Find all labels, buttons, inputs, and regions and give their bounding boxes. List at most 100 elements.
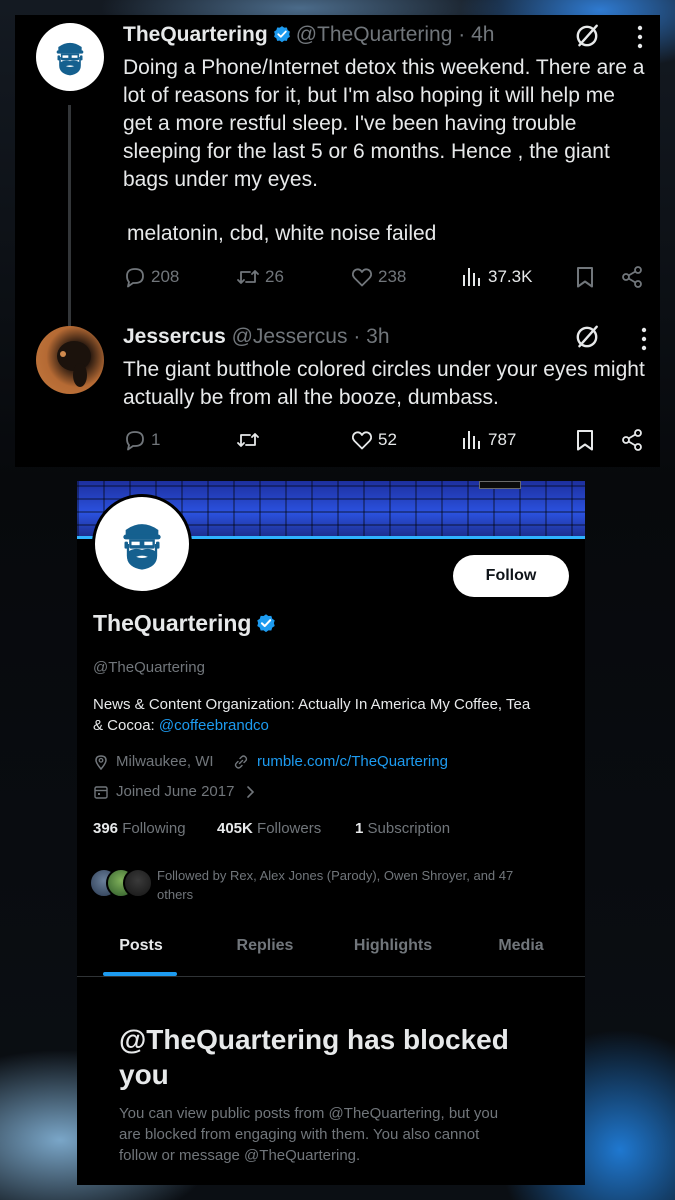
- blocked-text-line: You can view public posts from @TheQuart…: [119, 1105, 499, 1122]
- tweet1-text-line: Doing a Phone/Internet detox this weeken…: [123, 56, 645, 79]
- followers-count: 405K: [217, 820, 253, 837]
- subscription-label: Subscription: [367, 820, 451, 837]
- followed-by-line: Followed by Rex, Alex Jones (Parody), Ow…: [157, 868, 514, 883]
- repost-count: 26: [265, 267, 284, 286]
- tab-replies[interactable]: Replies: [227, 937, 303, 955]
- verified-badge-icon[interactable]: [255, 612, 277, 640]
- following-count: 396: [93, 820, 119, 837]
- repost-button[interactable]: 26: [235, 265, 284, 289]
- grok-icon[interactable]: [574, 23, 600, 54]
- profile-avatar[interactable]: [92, 494, 192, 594]
- followers-you-know-avatars[interactable]: [89, 868, 161, 900]
- bio-prefix: & Cocoa:: [93, 717, 159, 734]
- follow-button[interactable]: Follow: [453, 555, 569, 597]
- tweet1-text-line: lot of reasons for it, but I'm also hopi…: [123, 84, 615, 107]
- profile-joined: Joined June 2017: [93, 783, 257, 800]
- grok-icon[interactable]: [574, 324, 600, 355]
- reply-count: 208: [151, 267, 180, 286]
- bio-line: News & Content Organization: Actually In…: [93, 696, 531, 713]
- tweet2-header: Jessercus @Jessercus · 3h: [123, 325, 390, 349]
- thread-line: [68, 105, 71, 331]
- subscription-stat[interactable]: 1 Subscription: [355, 820, 450, 837]
- tweet2-text-line: actually be from all the booze, dumbass.: [123, 386, 499, 409]
- repost-button[interactable]: [235, 428, 265, 452]
- share-icon[interactable]: [620, 428, 644, 452]
- reply-icon: [123, 265, 147, 289]
- tweet1-author-name[interactable]: TheQuartering: [123, 23, 268, 46]
- blocked-title-line: @TheQuartering has blocked: [119, 1024, 509, 1055]
- profile-location: Milwaukee, WI: [93, 753, 214, 770]
- link-icon: [234, 754, 248, 769]
- share-icon[interactable]: [620, 265, 644, 289]
- reply-button[interactable]: 208: [123, 265, 179, 289]
- tweet1-handle[interactable]: @TheQuartering: [296, 23, 453, 46]
- reply-button[interactable]: 1: [123, 428, 160, 452]
- views-count: 787: [488, 430, 517, 449]
- tweet2-text: The giant butthole colored circles under…: [123, 356, 645, 412]
- views-button[interactable]: 787: [460, 428, 516, 452]
- profile-handle: @TheQuartering: [93, 659, 205, 676]
- tab-media[interactable]: Media: [483, 937, 559, 955]
- profile-card: Follow TheQuartering @TheQuartering News…: [77, 481, 585, 1185]
- profile-website: rumble.com/c/TheQuartering: [233, 753, 448, 770]
- tweet2-text-line: The giant butthole colored circles under…: [123, 358, 645, 381]
- blocked-text-line: follow or message @TheQuartering.: [119, 1147, 361, 1164]
- followers-label: Followers: [257, 820, 322, 837]
- following-label: Following: [122, 820, 186, 837]
- chevron-right-icon: [247, 785, 255, 798]
- views-icon: [460, 265, 484, 289]
- followed-by-text[interactable]: Followed by Rex, Alex Jones (Parody), Ow…: [157, 866, 567, 904]
- profile-bio: News & Content Organization: Actually In…: [93, 694, 573, 736]
- like-icon: [350, 265, 374, 289]
- calendar-icon: [94, 785, 108, 799]
- following-stat[interactable]: 396 Following: [93, 820, 186, 837]
- like-count: 238: [378, 267, 407, 286]
- blocked-title: @TheQuartering has blocked you: [119, 1022, 509, 1092]
- like-icon: [350, 428, 374, 452]
- joined-text: Joined June 2017: [116, 783, 235, 800]
- website-link[interactable]: rumble.com/c/TheQuartering: [257, 753, 448, 770]
- tabs-divider: [77, 976, 585, 977]
- avatar-jessercus[interactable]: [36, 326, 104, 394]
- more-icon[interactable]: [641, 327, 647, 356]
- tab-highlights[interactable]: Highlights: [343, 937, 443, 955]
- tweet1-text-line: get a more restful sleep. I've been havi…: [123, 112, 577, 135]
- tweet2-handle[interactable]: @Jessercus: [232, 325, 348, 348]
- tweet1-text-line: bags under my eyes.: [123, 168, 318, 191]
- tweet1-text: Doing a Phone/Internet detox this weeken…: [123, 54, 644, 194]
- bookmark-icon[interactable]: [573, 428, 597, 452]
- followed-by-line: others: [157, 887, 194, 902]
- tweet-thread-card: TheQuartering @TheQuartering · 4h Doing a…: [15, 15, 660, 467]
- followers-stat[interactable]: 405K Followers: [217, 820, 321, 837]
- bio-mention-link[interactable]: @coffeebrandco: [159, 717, 269, 734]
- like-button[interactable]: 238: [350, 265, 406, 289]
- location-text: Milwaukee, WI: [116, 753, 214, 770]
- bio-line: & Cocoa: @coffeebrandco: [93, 715, 573, 736]
- views-icon: [460, 428, 484, 452]
- reply-icon: [123, 428, 147, 452]
- avatar-thequartering[interactable]: [36, 23, 104, 91]
- verified-badge-icon: [272, 24, 292, 50]
- views-button[interactable]: 37.3K: [460, 265, 532, 289]
- tweet1-timestamp[interactable]: · 4h: [458, 23, 494, 46]
- tweet2-author-name[interactable]: Jessercus: [123, 325, 226, 348]
- tweet1-text-extra: melatonin, cbd, white noise failed: [127, 222, 437, 245]
- avatar-jessercus-image: [57, 341, 91, 387]
- views-count: 37.3K: [488, 267, 533, 286]
- repost-icon: [235, 428, 261, 452]
- location-icon: [95, 754, 107, 770]
- tab-posts[interactable]: Posts: [103, 937, 179, 955]
- profile-name: TheQuartering: [93, 610, 252, 636]
- subscription-count: 1: [355, 820, 364, 837]
- reply-count: 1: [151, 430, 161, 449]
- blocked-title-line: you: [119, 1059, 169, 1090]
- blocked-description: You can view public posts from @TheQuart…: [119, 1103, 569, 1166]
- tweet1-header: TheQuartering @TheQuartering · 4h: [123, 23, 494, 50]
- like-count: 52: [378, 430, 397, 449]
- bookmark-icon[interactable]: [573, 265, 597, 289]
- tweet2-timestamp[interactable]: · 3h: [353, 325, 389, 348]
- more-icon[interactable]: [637, 25, 643, 54]
- blocked-text-line: are blocked from engaging with them. You…: [119, 1126, 480, 1143]
- repost-icon: [235, 265, 261, 289]
- like-button[interactable]: 52: [350, 428, 397, 452]
